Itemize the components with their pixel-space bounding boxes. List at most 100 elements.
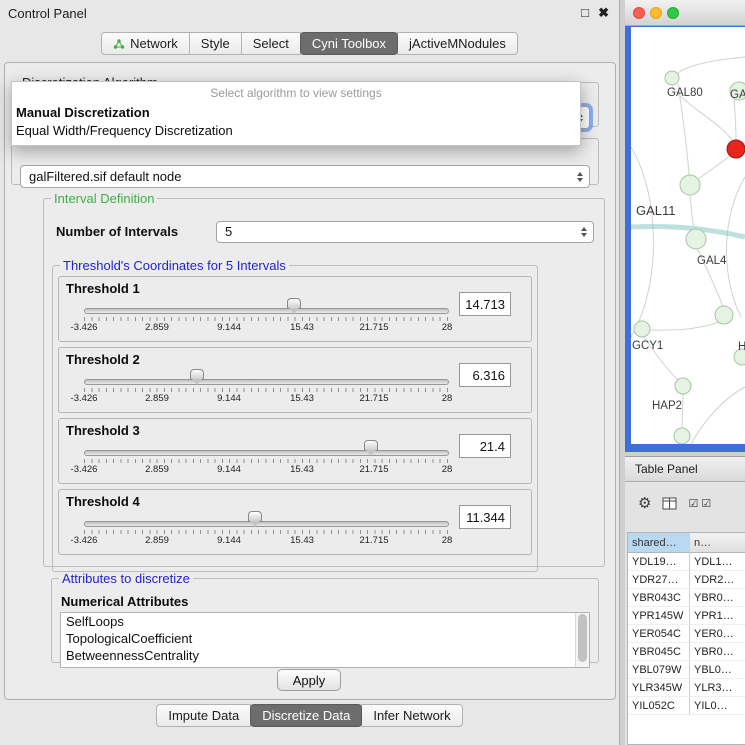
numerical-attributes-list[interactable]: SelfLoops TopologicalCoefficient Between… [60,612,590,668]
table-cell[interactable]: YBR0… [690,589,745,607]
minimize-traffic-light[interactable] [650,7,662,19]
tick-label: 28 [422,464,472,475]
gear-icon[interactable]: ⚙ [638,494,651,512]
threshold-4-panel: Threshold 4 -3.426 2.859 9.144 15.43 21.… [58,489,532,555]
table-cell[interactable]: YIL052C [628,697,690,715]
network-node[interactable] [675,378,691,394]
threshold-label: Threshold 1 [66,281,140,296]
table-cell[interactable]: YPR145W [628,607,690,625]
network-node[interactable] [686,229,706,249]
table-cell[interactable]: YBR0… [690,643,745,661]
table-cell[interactable]: YDR27… [628,571,690,589]
number-of-intervals-combobox[interactable]: 5 [216,221,594,243]
network-node[interactable] [665,71,679,85]
slider-track[interactable] [84,379,449,385]
tab-cyni-toolbox[interactable]: Cyni Toolbox [300,32,398,55]
float-window-icon[interactable]: □ [581,5,589,20]
node-label: GCY1 [632,340,663,352]
table-cell[interactable]: YBL079W [628,661,690,679]
columns-icon[interactable] [662,497,677,510]
network-node[interactable] [680,175,700,195]
tab-discretize-data[interactable]: Discretize Data [250,704,362,727]
threshold-value-field[interactable] [459,505,511,529]
list-scrollbar[interactable] [575,613,589,667]
table-row[interactable]: YER054C YER0… [628,625,745,643]
dropdown-option-manual-discretization[interactable]: Manual Discretization [12,104,580,122]
table-data-combobox[interactable]: galFiltered.sif default node [20,165,590,188]
tick-label: 15.43 [277,535,327,546]
tick-label: 2.859 [132,464,182,475]
table-cell[interactable]: YBR045C [628,643,690,661]
table-cell[interactable]: YBR043C [628,589,690,607]
slider-thumb[interactable] [364,440,378,451]
network-node[interactable] [715,306,733,324]
slider-thumb[interactable] [248,511,262,522]
tab-label: Cyni Toolbox [312,36,386,51]
slider-ticks [84,530,448,534]
tab-style[interactable]: Style [189,32,242,55]
network-icon [113,38,125,50]
network-node[interactable] [634,321,650,337]
table-cell[interactable]: YBL0… [690,661,745,679]
zoom-traffic-light[interactable] [667,7,679,19]
list-item[interactable]: SelfLoops [61,613,589,630]
interval-definition-group-title: Interval Definition [51,191,157,206]
list-item[interactable]: BetweennessCentrality [61,647,589,664]
tick-label: -3.426 [59,464,109,475]
list-item[interactable]: TopologicalCoefficient [61,630,589,647]
selected-network-node[interactable] [727,140,745,158]
slider-thumb[interactable] [190,369,204,380]
slider-thumb[interactable] [287,298,301,309]
tab-network[interactable]: Network [101,32,190,55]
threshold-label: Threshold 2 [66,352,140,367]
numerical-attributes-label: Numerical Attributes [61,594,188,609]
table-row[interactable]: YDR27… YDR2… [628,571,745,589]
apply-button[interactable]: Apply [277,669,341,691]
column-header-name[interactable]: n… [690,533,745,553]
threshold-value-field[interactable] [459,292,511,316]
network-node[interactable] [674,428,690,444]
table-row[interactable]: YBL079W YBL0… [628,661,745,679]
scrollbar-thumb[interactable] [578,614,587,662]
close-traffic-light[interactable] [633,7,645,19]
table-cell[interactable]: YDL1… [690,553,745,571]
threshold-value-field[interactable] [459,363,511,387]
tab-label: Select [253,36,289,51]
slider-track[interactable] [84,450,449,456]
table-cell[interactable]: YDR2… [690,571,745,589]
table-cell[interactable]: YPR1… [690,607,745,625]
table-cell[interactable]: YLR345W [628,679,690,697]
tab-infer-network[interactable]: Infer Network [361,704,462,727]
table-row[interactable]: YDL19… YDL1… [628,553,745,571]
close-icon[interactable]: ✖ [598,5,609,21]
threshold-value-field[interactable] [459,434,511,458]
tab-label: Discretize Data [262,708,350,723]
table-row[interactable]: YBR043C YBR0… [628,589,745,607]
table-cell[interactable]: YER0… [690,625,745,643]
table-cell[interactable]: YDL19… [628,553,690,571]
column-header-shared-name[interactable]: shared… [628,533,690,553]
network-canvas[interactable]: GAL80 GA GAL11 GAL4 GCY1 H HAP2 [631,27,745,444]
tick-label: 9.144 [204,393,254,404]
select-checkboxes-icons[interactable]: ☑☑ [688,497,714,510]
tab-jactivemnodules[interactable]: jActiveMNodules [397,32,518,55]
dropdown-option-equal-width-frequency[interactable]: Equal Width/Frequency Discretization [12,122,580,140]
table-cell[interactable]: YER054C [628,625,690,643]
table-row[interactable]: YIL052C YIL0… [628,697,745,715]
node-label: GAL4 [697,255,726,267]
attributes-group-title: Attributes to discretize [59,571,193,586]
network-window-titlebar[interactable] [625,0,745,26]
number-of-intervals-row: Number of Intervals 5 [56,220,594,243]
table-cell[interactable]: YIL0… [690,697,745,715]
table-cell[interactable]: YLR3… [690,679,745,697]
table-row[interactable]: YLR345W YLR3… [628,679,745,697]
slider-track[interactable] [84,521,449,527]
slider-track[interactable] [84,308,449,314]
tab-impute-data[interactable]: Impute Data [156,704,251,727]
tab-select[interactable]: Select [241,32,301,55]
tick-label: -3.426 [59,393,109,404]
tick-label: 21.715 [349,393,399,404]
table-row[interactable]: YPR145W YPR1… [628,607,745,625]
slider-ticks [84,388,448,392]
table-row[interactable]: YBR045C YBR0… [628,643,745,661]
